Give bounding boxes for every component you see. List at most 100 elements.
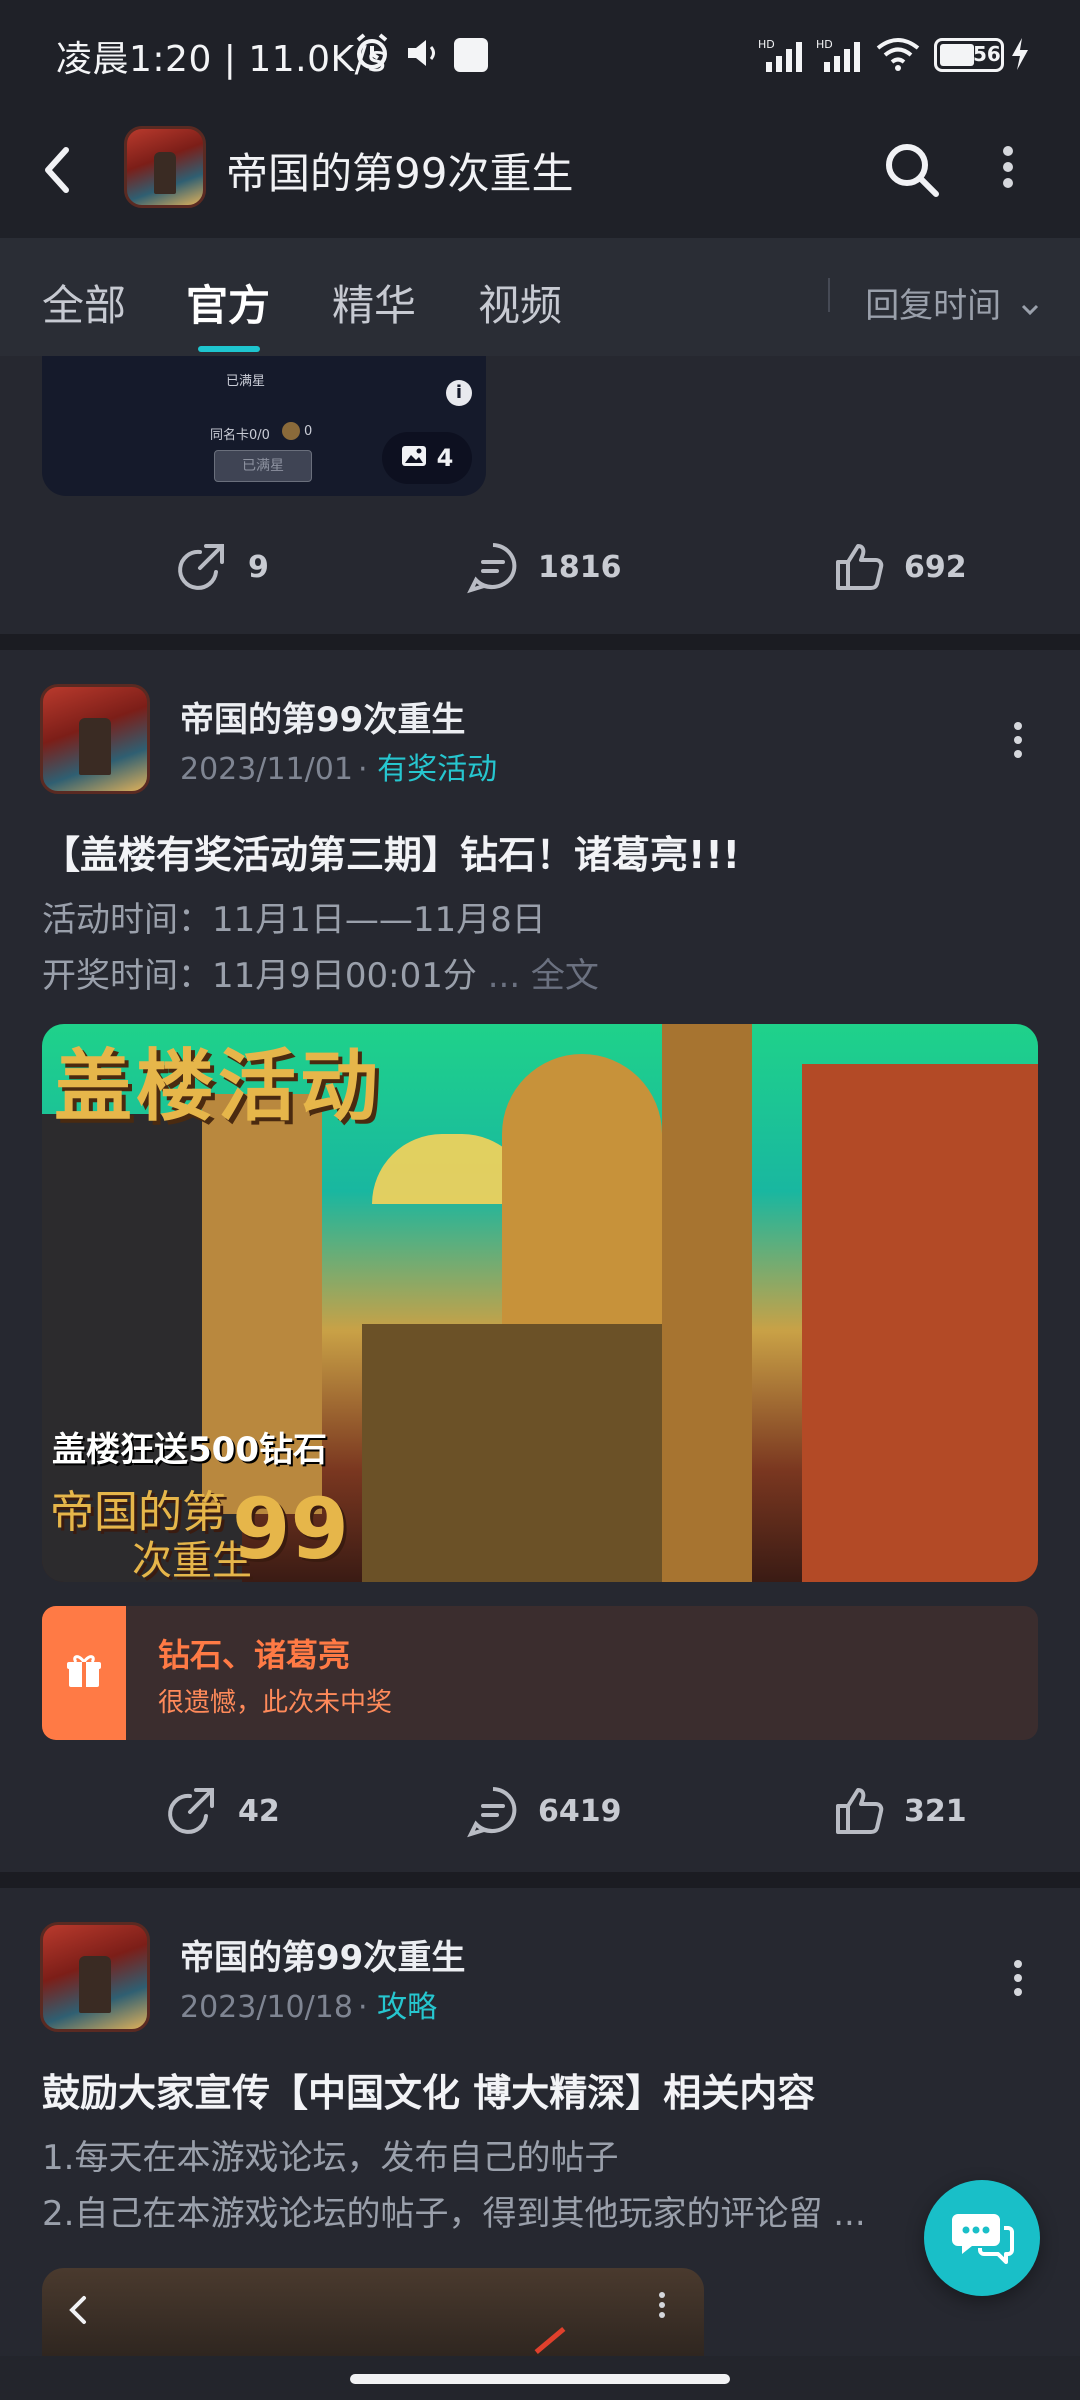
home-indicator[interactable] [350, 2374, 730, 2384]
comment-button[interactable]: 6419 [466, 1784, 622, 1838]
post-excerpt-line2: 2.自己在本游戏论坛的帖子，得到其他玩家的评论留 ... [42, 2194, 866, 2234]
post-excerpt-text: 开奖时间：11月9日00:01分 [42, 956, 477, 996]
comment-count: 1816 [538, 549, 622, 585]
post-title[interactable]: 鼓励大家宣传【中国文化 博大精深】相关内容 [42, 2062, 815, 2117]
like-button[interactable]: 692 [832, 540, 967, 594]
thumbs-up-icon [836, 1788, 884, 1834]
page-title: 帝国的第99次重生 [226, 149, 574, 198]
post-separator [0, 1872, 1080, 1888]
tab-all[interactable]: 全部 [42, 272, 126, 333]
image-button: 已满星 [214, 450, 312, 482]
compose-chat-button[interactable] [924, 2180, 1040, 2296]
author-name[interactable]: 帝国的第99次重生 [180, 1930, 465, 1979]
thumbs-up-icon [836, 544, 884, 590]
comment-button[interactable]: 1816 [466, 540, 622, 594]
chevron-down-icon [1020, 286, 1040, 326]
tab-bar: 全部 官方 精华 视频 回复时间 [0, 238, 1080, 356]
image-back-icon[interactable] [66, 2290, 90, 2334]
post-excerpt-line2: 开奖时间：11月9日00:01分 ... 全文 [42, 948, 599, 997]
share-button[interactable]: 9 [176, 540, 269, 594]
banner-clocktower [662, 1024, 752, 1582]
battery-level: 56 [973, 42, 1001, 66]
alarm-icon [352, 32, 392, 72]
svg-text:HD: HD [758, 38, 775, 51]
post-more-icon[interactable] [1008, 716, 1028, 764]
banner-street [362, 1324, 662, 1582]
status-time: 凌晨1:20 | 11.0K/s [56, 39, 387, 80]
prize-result-box[interactable]: 钻石、诸葛亮 很遗憾，此次未中奖 [42, 1606, 1038, 1740]
active-tab-indicator [198, 346, 260, 352]
medal-icon [282, 422, 300, 440]
banner-number: 99 [232, 1480, 349, 1578]
notification-icon [454, 38, 488, 72]
banner-title: 盖楼活动 [54, 1042, 383, 1132]
prev-post-card: 已满星 同名卡0/0 0 已满星 i 4 9 1816 692 [0, 356, 1080, 634]
image-count-badge: 4 [382, 432, 472, 484]
volume-icon [406, 38, 442, 68]
post-separator [0, 634, 1080, 650]
comment-count: 6419 [538, 1793, 622, 1829]
prize-title: 钻石、诸葛亮 [158, 1636, 351, 1674]
prev-post-image[interactable]: 已满星 同名卡0/0 0 已满星 i 4 [42, 356, 486, 496]
image-more-icon[interactable] [652, 2288, 672, 2322]
info-icon: i [446, 380, 472, 406]
tab-official[interactable]: 官方 [186, 272, 270, 333]
post-preview-image[interactable] [42, 2268, 704, 2356]
signal-icon-1: HD [758, 36, 808, 72]
post-category[interactable]: 攻略 [377, 1990, 437, 2025]
like-count: 321 [904, 1793, 967, 1829]
read-more-link[interactable]: ... 全文 [477, 956, 599, 996]
post-meta: 2023/11/01 · 有奖活动 [180, 744, 497, 788]
back-arrow-icon[interactable] [36, 140, 80, 200]
signal-icon-2: HD [816, 36, 866, 72]
gift-icon [64, 1651, 104, 1695]
svg-text:HD: HD [816, 38, 833, 51]
share-count: 42 [238, 1793, 280, 1829]
battery-icon: 56 [934, 38, 1004, 72]
comment-icon [467, 1787, 517, 1838]
post-excerpt-line1: 1.每天在本游戏论坛，发布自己的帖子 [42, 2138, 619, 2178]
post-more-icon[interactable] [1008, 1954, 1028, 2002]
sort-dropdown[interactable]: 回复时间 [865, 278, 1040, 327]
tab-divider [828, 278, 830, 312]
share-icon [178, 544, 224, 590]
wifi-icon [874, 36, 922, 72]
image-text-2: 同名卡0/0 [210, 428, 270, 443]
prize-status: 很遗憾，此次未中奖 [158, 1688, 393, 1718]
game-avatar[interactable] [124, 126, 206, 208]
like-button[interactable]: 321 [832, 1784, 967, 1838]
status-bar: 凌晨1:20 | 11.0K/s HD HD 56 [0, 0, 1080, 110]
banner-building-right [802, 1064, 1038, 1582]
charging-icon [1010, 36, 1030, 72]
author-name[interactable]: 帝国的第99次重生 [180, 692, 465, 741]
tab-featured[interactable]: 精华 [332, 272, 416, 333]
meta-dot: · [358, 1990, 378, 2025]
top-bar: 帝国的第99次重生 [0, 110, 1080, 238]
post-card[interactable]: 帝国的第99次重生 2023/10/18 · 攻略 鼓励大家宣传【中国文化 博大… [0, 1888, 1080, 2356]
image-text-3: 0 [304, 424, 313, 439]
meta-dot: · [358, 752, 378, 787]
post-category[interactable]: 有奖活动 [377, 752, 497, 787]
post-title[interactable]: 【盖楼有奖活动第三期】钻石！诸葛亮!!! [42, 824, 740, 879]
share-icon [168, 1788, 214, 1834]
more-menu-icon[interactable] [998, 140, 1018, 194]
chat-bubble-icon [950, 2204, 1014, 2272]
sort-label: 回复时间 [865, 286, 1002, 326]
gallery-icon [401, 445, 427, 471]
share-button[interactable]: 42 [166, 1784, 280, 1838]
post-excerpt-line1: 活动时间：11月1日——11月8日 [42, 900, 546, 940]
search-icon[interactable] [880, 138, 944, 202]
tab-video[interactable]: 视频 [478, 272, 562, 333]
post-date: 2023/11/01 [180, 752, 353, 787]
author-avatar[interactable] [40, 1922, 150, 2032]
post-card[interactable]: 帝国的第99次重生 2023/11/01 · 有奖活动 【盖楼有奖活动第三期】钻… [0, 650, 1080, 1872]
post-banner-image[interactable]: 盖楼活动 盖楼狂送500钻石 帝国的第 次重生 99 [42, 1024, 1038, 1582]
image-count: 4 [436, 444, 454, 472]
author-avatar[interactable] [40, 684, 150, 794]
image-text-1: 已满星 [226, 374, 266, 389]
banner-subtitle: 盖楼狂送500钻石 [52, 1430, 327, 1470]
post-meta: 2023/10/18 · 攻略 [180, 1982, 437, 2026]
prize-left-panel [42, 1606, 126, 1740]
share-count: 9 [248, 549, 269, 585]
image-decoration [534, 2327, 566, 2354]
